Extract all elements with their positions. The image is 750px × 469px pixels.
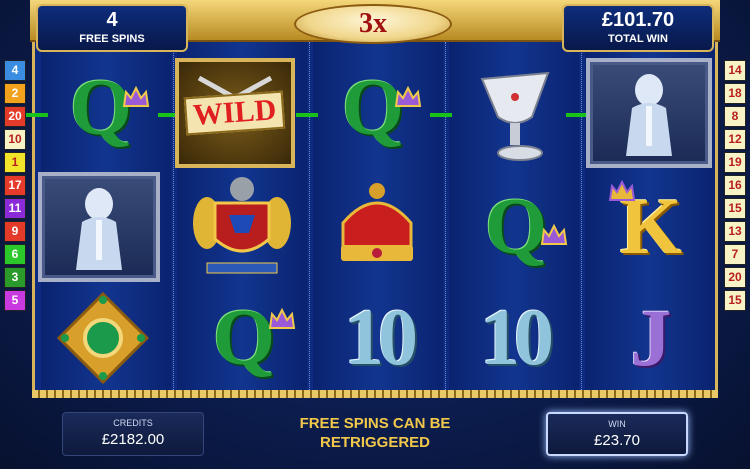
- payline-marker-right: 15: [724, 198, 746, 219]
- total-win-value: £101.70: [601, 9, 675, 31]
- reel-divider: [309, 42, 312, 390]
- multiplier-badge: 3x: [294, 4, 452, 44]
- payline-marker-right: 15: [724, 290, 746, 311]
- crown-icon: [394, 86, 422, 107]
- payline-marker-left: 2: [4, 83, 26, 104]
- payline-markers-right: 14 18 8 12 19 16 15 13 7 20 15: [724, 60, 746, 313]
- payline-marker-right: 16: [724, 175, 746, 196]
- reels-bottom-border: [32, 390, 718, 398]
- payline-marker-right: 20: [724, 267, 746, 288]
- king-symbol: K: [596, 172, 706, 282]
- crown-icon: [268, 308, 296, 329]
- total-win-label: TOTAL WIN: [608, 33, 668, 45]
- message-line-1: FREE SPINS CAN BE: [299, 415, 451, 432]
- payline-marker-left: 3: [4, 267, 26, 288]
- winning-payline-segment: [430, 113, 452, 117]
- win-display: WIN £23.70: [546, 412, 688, 456]
- free-spins-counter: 4 FREE SPINS: [36, 4, 188, 52]
- payline-marker-left: 11: [4, 198, 26, 219]
- payline-marker-left: 20: [4, 106, 26, 127]
- lady-of-the-lake-symbol: [38, 172, 160, 282]
- queen-symbol: Q: [184, 286, 304, 390]
- reel-divider: [445, 42, 448, 390]
- credits-label: CREDITS: [113, 418, 153, 428]
- crown-icon: [540, 224, 568, 245]
- avalon-shield-symbol: [182, 172, 302, 282]
- payline-marker-left: 10: [4, 129, 26, 150]
- chalice-symbol: [460, 62, 570, 172]
- payline-marker-right: 14: [724, 60, 746, 81]
- payline-marker-right: 19: [724, 152, 746, 173]
- payline-marker-left: 9: [4, 221, 26, 242]
- total-win-display: £101.70 TOTAL WIN: [562, 4, 714, 52]
- shield-crest-icon: [193, 177, 291, 274]
- queen-symbol: Q: [318, 58, 428, 158]
- message-line-2: RETRIGGERED: [319, 434, 430, 451]
- win-label: WIN: [608, 419, 626, 429]
- wild-symbol: WILD: [175, 58, 295, 168]
- free-spins-label: FREE SPINS: [79, 33, 145, 45]
- payline-marker-left: 4: [4, 60, 26, 81]
- payline-marker-right: 12: [724, 129, 746, 150]
- ten-symbol: 10: [480, 293, 554, 382]
- payline-marker-right: 13: [724, 221, 746, 242]
- crown-icon: [608, 180, 636, 201]
- crown-icon: [122, 86, 150, 107]
- ghost-lady-icon: [76, 188, 122, 270]
- payline-marker-left: 17: [4, 175, 26, 196]
- winning-payline-segment: [296, 113, 318, 117]
- payline-marker-left: 5: [4, 290, 26, 311]
- payline-markers-left: 4 2 20 10 1 17 11 9 6 3 5: [4, 60, 26, 313]
- jack-symbol: J: [630, 292, 672, 383]
- payline-marker-right: 7: [724, 244, 746, 265]
- chalice-icon: [480, 71, 550, 161]
- queen-symbol: Q: [46, 58, 156, 158]
- crown-symbol: [322, 172, 432, 282]
- lady-of-the-lake-symbol: [586, 58, 712, 168]
- amulet-icon: [56, 291, 150, 385]
- royal-crown-icon: [341, 183, 413, 261]
- wild-label: WILD: [184, 90, 286, 136]
- payline-marker-left: 6: [4, 244, 26, 265]
- credits-display: CREDITS £2182.00: [62, 412, 204, 456]
- win-value: £23.70: [594, 432, 640, 449]
- ghost-lady-icon: [626, 74, 672, 156]
- credits-value: £2182.00: [101, 431, 165, 448]
- queen-symbol: Q: [456, 172, 576, 282]
- payline-marker-right: 18: [724, 83, 746, 104]
- free-spins-count: 4: [106, 9, 118, 31]
- emerald-amulet-symbol: [48, 286, 158, 390]
- payline-marker-left: 1: [4, 152, 26, 173]
- retrigger-message: FREE SPINS CAN BE RETRIGGERED: [230, 414, 520, 452]
- reel-divider: [581, 42, 584, 390]
- winning-payline-segment: [26, 113, 48, 117]
- payline-marker-right: 8: [724, 106, 746, 127]
- slot-machine-frame: 4 FREE SPINS 3x £101.70 TOTAL WIN 4 2 20 10…: [0, 0, 750, 469]
- ten-symbol: 10: [344, 293, 418, 382]
